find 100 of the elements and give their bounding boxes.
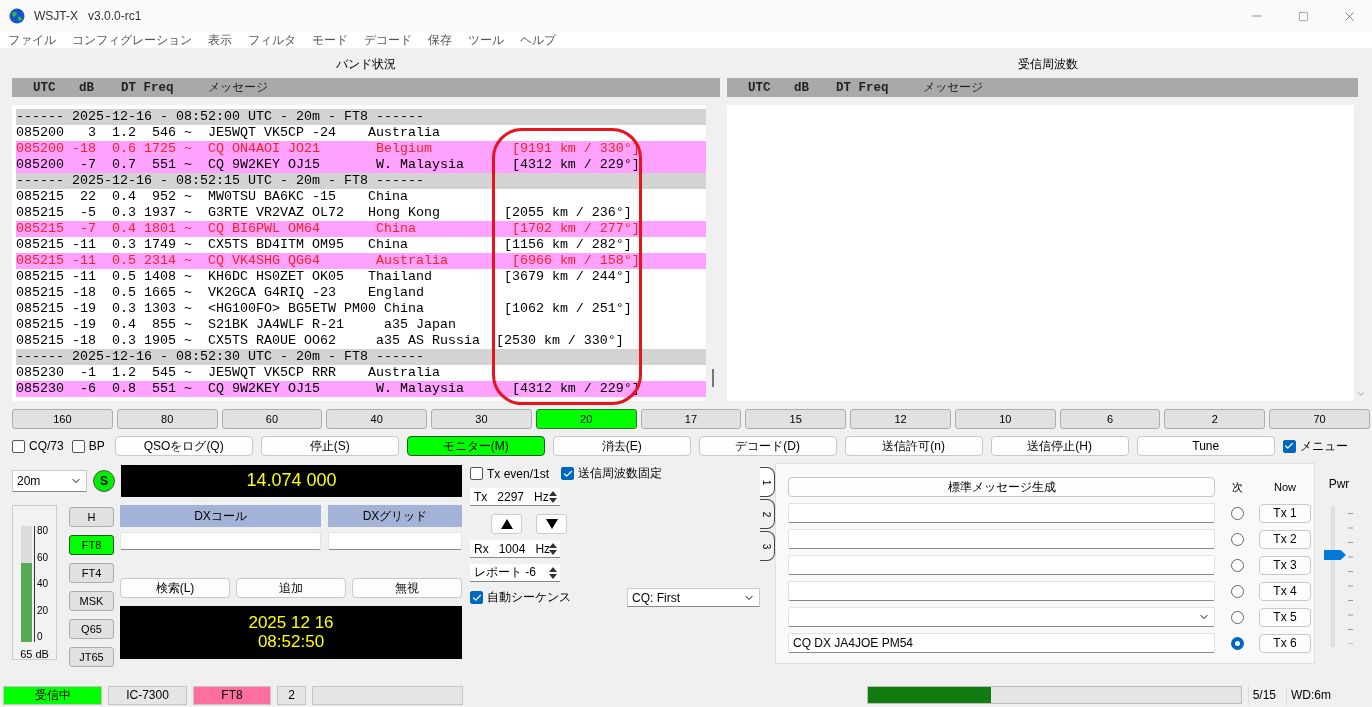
radio-button[interactable] (1230, 506, 1244, 520)
column-header: dB (79, 80, 94, 95)
message-field[interactable] (788, 581, 1215, 601)
mode-button[interactable]: FT4 (69, 563, 114, 583)
tx-button[interactable]: Tx 3 (1259, 555, 1311, 575)
checkbox[interactable] (470, 591, 483, 604)
message-tab[interactable]: 1 (760, 467, 775, 497)
checkbox[interactable] (71, 439, 85, 453)
pane-title: 受信周波数 (1017, 56, 1078, 73)
action-button[interactable]: 追加 (236, 578, 346, 598)
band-button[interactable]: 20 (535, 409, 637, 429)
checkbox[interactable] (1282, 439, 1296, 453)
menu-item[interactable]: フィルタ (248, 31, 296, 49)
message-tab[interactable]: 2 (760, 499, 775, 529)
decode-line[interactable]: 085215 22 0.4 952 ~ MW0TSU BA6KC -15 China (16, 189, 706, 205)
mode-button[interactable]: FT8 (69, 535, 114, 555)
decode-line[interactable]: 085215 -11 0.3 1749 ~ CX5TS BD4ITM OM95 China [1156 km / 282°] (16, 237, 706, 253)
action-button[interactable]: 無視 (352, 578, 462, 598)
slider-thumb[interactable] (1324, 549, 1346, 560)
report-spinner[interactable]: レポート -6 (470, 564, 560, 582)
spin-arrows-icon[interactable] (548, 542, 558, 556)
down-arrow-button[interactable] (536, 514, 567, 534)
radio-button[interactable] (1230, 532, 1244, 546)
checkbox-label: 自動シーケンス (487, 589, 571, 606)
control-button[interactable]: 送信停止(H) (990, 436, 1129, 456)
radio-button[interactable] (1230, 584, 1244, 598)
generate-messages-button[interactable]: 標準メッセージ生成 (788, 477, 1215, 497)
decode-line[interactable]: 085215 -19 0.3 1303 ~ <HG100FO> BG5ETW PM00 China [1062 km / 251°] (16, 301, 706, 317)
tx-button[interactable]: Tx 6 (1259, 633, 1311, 653)
cq-mode-select[interactable]: CQ: First (627, 588, 760, 607)
band-button[interactable]: 40 (326, 409, 428, 429)
control-button[interactable]: モニター(M) (406, 436, 545, 456)
band-button[interactable]: 2 (1164, 409, 1266, 429)
next-header: 次 (1230, 479, 1244, 495)
band-button[interactable]: 160 (12, 409, 113, 429)
decode-line[interactable]: 085215 -18 0.5 1665 ~ VK2GCA G4RIQ -23 England (16, 285, 706, 301)
decode-line[interactable]: 085215 -18 0.3 1905 ~ CX5TS RA0UE OO62 a35 AS Russia [2530 km / 330°] (16, 333, 706, 349)
band-button[interactable]: 10 (954, 409, 1056, 429)
message-field[interactable] (788, 503, 1215, 523)
decode-line[interactable]: 085215 -11 0.5 1408 ~ KH6DC HS0ZET OK05 Thailand [3679 km / 244°] (16, 269, 706, 285)
up-arrow-button[interactable] (491, 514, 522, 534)
rx-frequency-spinner[interactable]: Rx 1004 Hz (470, 540, 560, 558)
checkbox[interactable] (561, 467, 575, 480)
message-field[interactable]: CQ DX JA4JOE PM54 (788, 633, 1215, 653)
tx-button[interactable]: Tx 4 (1259, 581, 1311, 601)
mode-button[interactable]: JT65 (69, 647, 114, 667)
message-tab[interactable]: 3 (760, 531, 775, 561)
radio-button[interactable] (1230, 558, 1244, 572)
band-button[interactable]: 80 (116, 409, 218, 429)
band-select[interactable]: 20m (12, 470, 87, 492)
dx-call-field[interactable] (120, 532, 321, 550)
decode-line[interactable]: 085200 3 1.2 546 ~ JE5WQT VK5CP -24 Australia (16, 125, 706, 141)
menu-item[interactable]: 保存 (428, 31, 452, 49)
control-button[interactable]: 消去(E) (552, 436, 691, 456)
menu-item[interactable]: ツール (468, 31, 504, 49)
control-button[interactable]: QSOをログ(Q) (114, 436, 253, 456)
control-button[interactable]: Tune (1136, 436, 1275, 456)
checkbox[interactable] (470, 467, 483, 480)
tx-frequency-spinner[interactable]: Tx 2297 Hz (470, 488, 560, 506)
menu-item[interactable]: 表示 (208, 31, 232, 49)
menu-item[interactable]: デコード (364, 31, 412, 49)
sync-button[interactable]: S (93, 470, 115, 492)
radio-button[interactable] (1230, 610, 1244, 624)
action-button[interactable]: 検索(L) (120, 578, 230, 598)
tx-button[interactable]: Tx 5 (1259, 607, 1311, 627)
mode-button[interactable]: MSK (69, 591, 114, 611)
mode-button[interactable]: Q65 (69, 619, 114, 639)
menu-item[interactable]: ヘルプ (520, 31, 556, 49)
menu-item[interactable]: ファイル (8, 31, 56, 49)
control-button[interactable]: 停止(S) (260, 436, 399, 456)
menu-item[interactable]: モード (312, 31, 348, 49)
message-field[interactable] (788, 555, 1215, 575)
tx-button[interactable]: Tx 1 (1259, 503, 1311, 523)
band-button[interactable]: 17 (640, 409, 742, 429)
spin-arrows-icon[interactable] (548, 566, 558, 580)
scrollbar-thumb[interactable] (712, 369, 714, 387)
message-combo[interactable] (788, 607, 1215, 627)
tx-button[interactable]: Tx 2 (1259, 529, 1311, 549)
band-button[interactable]: 6 (1059, 409, 1161, 429)
dx-grid-field[interactable] (328, 532, 462, 550)
mode-button[interactable]: H (69, 507, 114, 527)
checkbox-label: Tx even/1st (487, 466, 550, 481)
spin-arrows-icon[interactable] (548, 490, 558, 504)
control-button[interactable]: 送信許可(n) (844, 436, 983, 456)
decode-line[interactable]: 085215 -19 0.4 855 ~ S21BK JA4WLF R-21 a35 Japan (16, 317, 706, 333)
period-separator: ------ 2025-12-16 - 08:52:00 UTC - 20m - FT8 ------ (16, 109, 706, 125)
band-button[interactable]: 15 (745, 409, 847, 429)
decode-line[interactable]: 085230 -1 1.2 545 ~ JE5WQT VK5CP RRR Australia (16, 365, 706, 381)
message-field[interactable] (788, 529, 1215, 549)
radio-button[interactable] (1230, 636, 1244, 650)
band-button[interactable]: 12 (850, 409, 951, 429)
band-button[interactable]: 70 (1269, 409, 1370, 429)
band-button[interactable]: 60 (221, 409, 323, 429)
meter-tick: 40 (36, 579, 49, 589)
band-button[interactable]: 30 (431, 409, 532, 429)
menu-item[interactable]: コンフィグレーション (72, 31, 192, 49)
control-button[interactable]: デコード(D) (698, 436, 837, 456)
checkbox[interactable] (12, 439, 25, 453)
checkbox-label: メニュー (1299, 437, 1348, 455)
decode-line[interactable]: 085215 -5 0.3 1937 ~ G3RTE VR2VAZ OL72 Hong Kong [2055 km / 236°] (16, 205, 706, 221)
